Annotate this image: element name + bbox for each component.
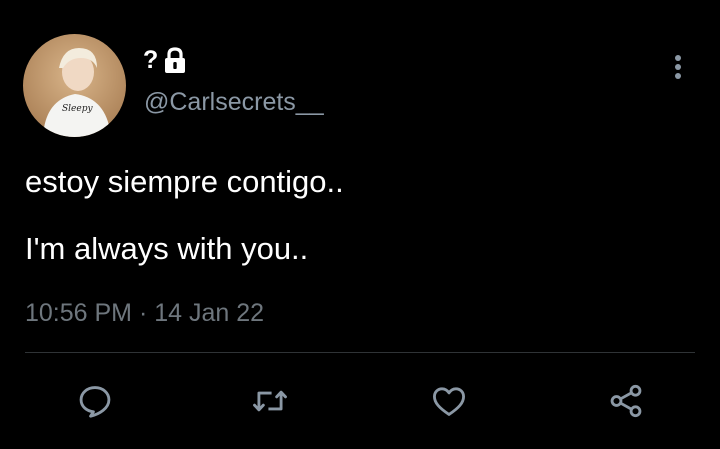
user-handle[interactable]: @Carlsecrets__ — [144, 90, 324, 115]
tweet-text-line-1: estoy siempre contigo.. — [25, 164, 344, 199]
svg-text:Sleepy: Sleepy — [62, 104, 93, 114]
heart-icon — [433, 387, 465, 416]
display-name-text: ? — [143, 45, 159, 74]
tweet-text-line-2: I'm always with you.. — [25, 231, 309, 266]
more-vertical-icon — [675, 55, 681, 79]
retweet-icon — [253, 390, 287, 412]
more-options-button[interactable] — [666, 51, 690, 83]
display-name[interactable]: ? — [143, 43, 188, 77]
tweet-card: Sleepy ? @Carlsecrets__ estoy siempre co… — [0, 0, 720, 449]
avatar[interactable]: Sleepy — [23, 34, 126, 137]
share-button[interactable] — [606, 381, 646, 421]
like-button[interactable] — [429, 381, 469, 421]
retweet-button[interactable] — [250, 381, 290, 421]
lock-icon — [162, 46, 188, 74]
divider — [25, 352, 695, 353]
reply-icon — [79, 386, 111, 418]
avatar-photo: Sleepy — [23, 34, 126, 137]
reply-button[interactable] — [75, 381, 115, 421]
tweet-timestamp[interactable]: 10:56 PM · 14 Jan 22 — [25, 301, 264, 326]
share-icon — [610, 384, 642, 418]
